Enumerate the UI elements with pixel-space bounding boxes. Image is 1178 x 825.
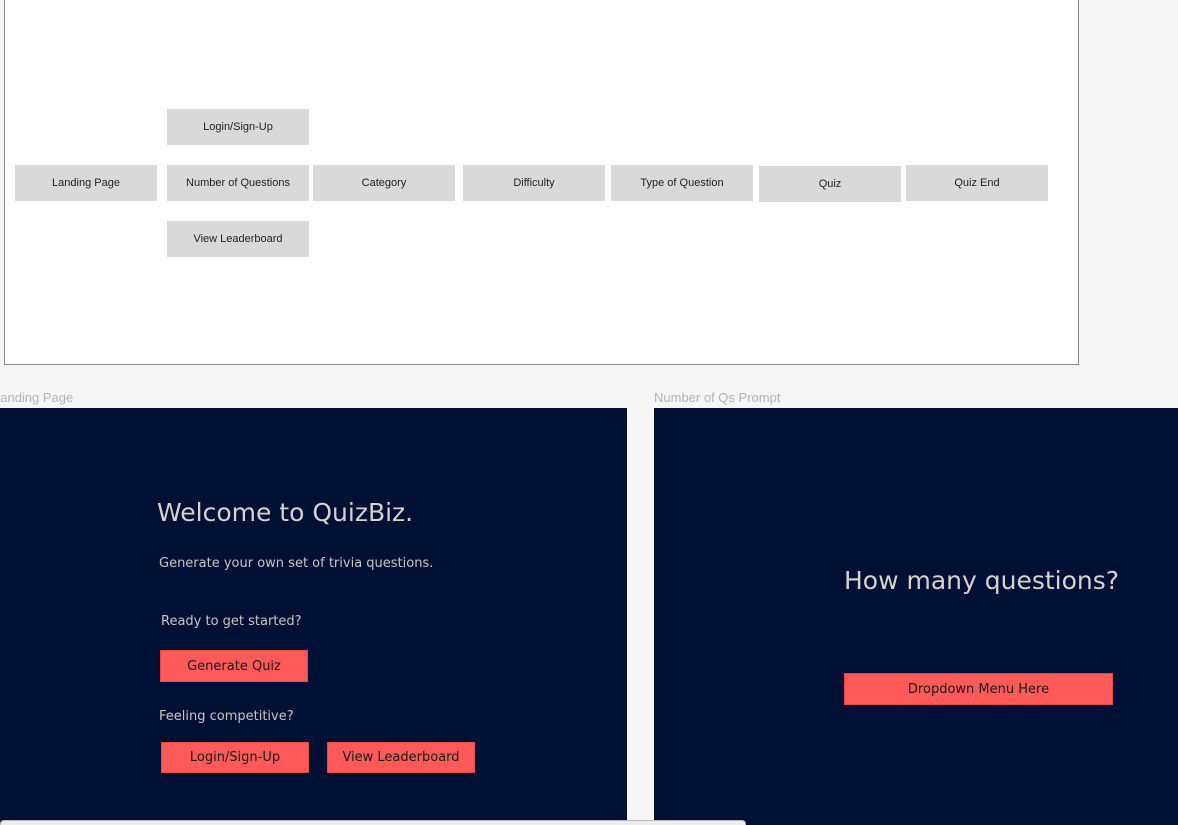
sitemap-node-login-signup[interactable]: Login/Sign-Up [167,109,309,145]
artboard-landing-page[interactable]: Welcome to QuizBiz. Generate your own se… [0,408,627,825]
sitemap-node-landing-page[interactable]: Landing Page [15,165,157,201]
sitemap-node-type-of-question[interactable]: Type of Question [611,165,753,201]
view-leaderboard-button[interactable]: View Leaderboard [327,742,475,773]
dropdown-menu-button[interactable]: Dropdown Menu Here [844,673,1113,705]
artboard-label-landing[interactable]: Landing Page [0,390,73,405]
login-signup-button[interactable]: Login/Sign-Up [161,742,309,773]
generate-quiz-button[interactable]: Generate Quiz [160,650,308,682]
sitemap-frame[interactable]: Login/Sign-Up Landing Page Number of Que… [4,0,1079,365]
canvas-horizontal-scrollbar[interactable] [0,820,746,825]
artboard-number-of-questions-prompt[interactable]: How many questions? Dropdown Menu Here [654,408,1178,825]
sitemap-node-view-leaderboard[interactable]: View Leaderboard [167,221,309,257]
how-many-questions-title: How many questions? [844,566,1120,595]
welcome-title: Welcome to QuizBiz. [157,498,414,527]
sitemap-node-category[interactable]: Category [313,165,455,201]
competitive-prompt-text: Feeling competitive? [159,709,294,724]
sitemap-node-number-of-questions[interactable]: Number of Questions [167,165,309,201]
sitemap-node-quiz[interactable]: Quiz [759,166,901,202]
artboard-label-number-prompt[interactable]: Number of Qs Prompt [654,390,780,405]
welcome-subtitle: Generate your own set of trivia question… [159,556,434,571]
sitemap-node-difficulty[interactable]: Difficulty [463,165,605,201]
design-canvas: Login/Sign-Up Landing Page Number of Que… [0,0,1178,825]
ready-prompt-text: Ready to get started? [161,614,302,629]
sitemap-node-quiz-end[interactable]: Quiz End [906,165,1048,201]
